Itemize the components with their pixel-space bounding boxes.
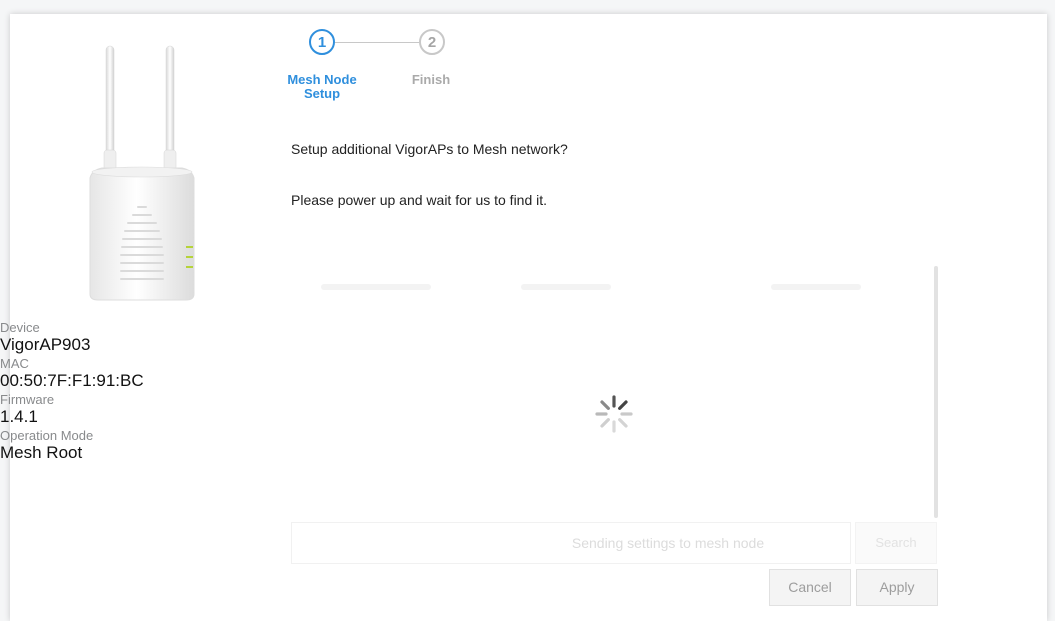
step-1-label: Mesh Node Setup (287, 72, 357, 101)
loading-spinner-icon (595, 395, 633, 433)
node-list-scrollbar[interactable] (934, 266, 938, 518)
apply-button[interactable]: Apply (856, 569, 938, 606)
step-1-indicator: 1 (309, 29, 335, 55)
status-message: Sending settings to mesh node (571, 535, 765, 551)
mac-value: 00:50:7F:F1:91:BC (0, 371, 144, 390)
status-message-bar: Sending settings to mesh node (291, 522, 851, 564)
device-label: Device (0, 320, 40, 335)
search-button[interactable]: Search (855, 522, 937, 564)
step-2-label: Finish (411, 72, 451, 87)
setup-instruction: Please power up and wait for us to find … (291, 192, 548, 208)
access-point-image (89, 45, 195, 301)
firmware-value: 1.4.1 (0, 407, 38, 426)
device-value: VigorAP903 (0, 335, 91, 354)
device-info: Device VigorAP903 MAC 00:50:7F:F1:91:BC … (0, 320, 144, 464)
step-2-indicator: 2 (419, 29, 445, 55)
operation-mode-label: Operation Mode (0, 428, 94, 443)
firmware-label: Firmware (0, 392, 55, 407)
operation-mode-value: Mesh Root (0, 443, 83, 462)
stepper-connector (335, 42, 419, 43)
mac-label: MAC (0, 356, 29, 371)
setup-question: Setup additional VigorAPs to Mesh networ… (291, 141, 568, 157)
cancel-button[interactable]: Cancel (769, 569, 851, 606)
